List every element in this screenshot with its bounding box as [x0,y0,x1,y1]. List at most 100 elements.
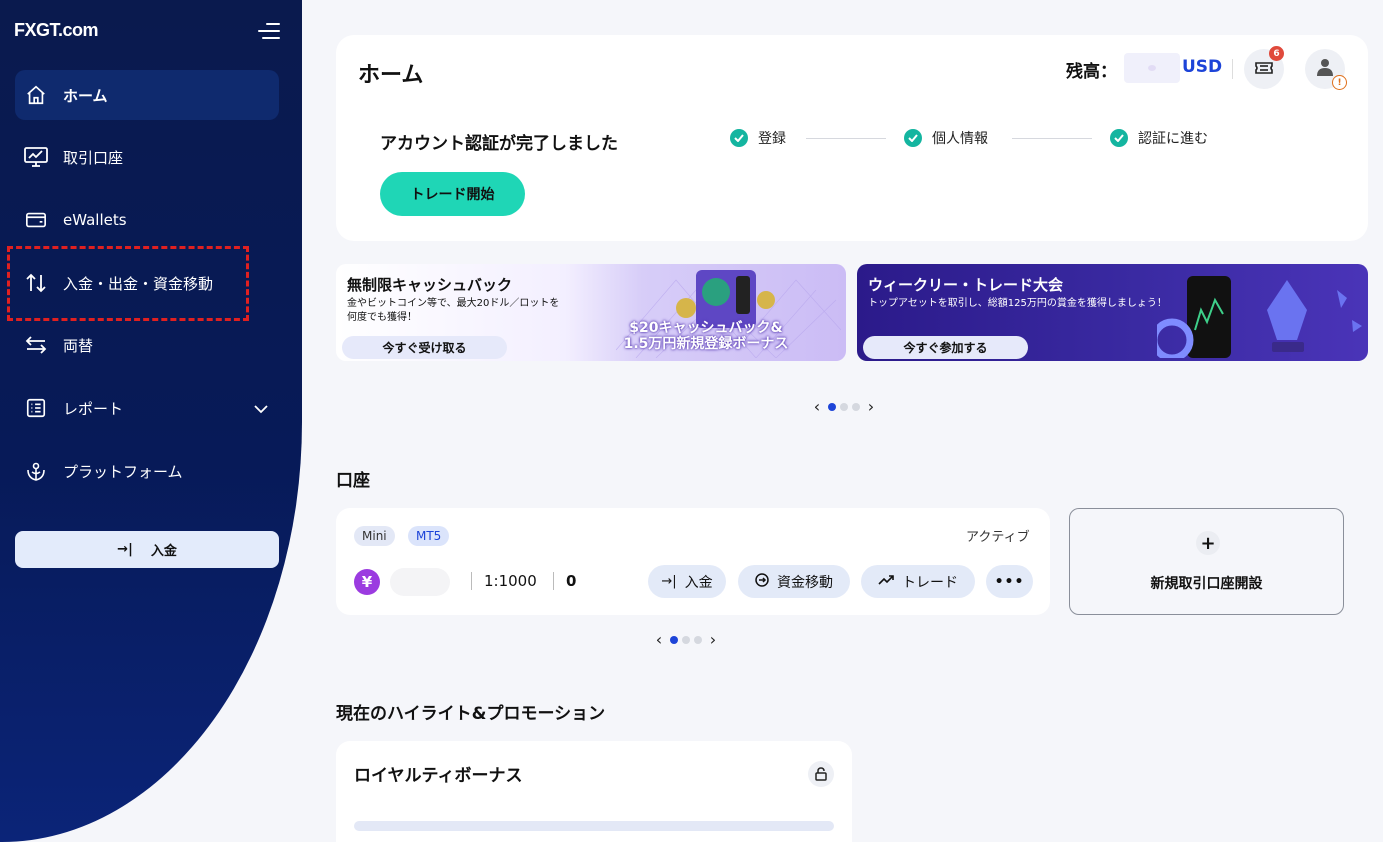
start-trading-button[interactable]: トレード開始 [380,172,525,216]
plus-icon: + [1196,531,1220,555]
balance-label: 残高： [1066,62,1117,82]
banner-subtitle: トップアセットを取引し、総額125万円の賞金を獲得しましょう！ [868,298,1167,309]
art-line: $20キャッシュバック& [629,320,783,336]
report-list-icon [23,395,49,421]
arrow-into-bar-icon: →| [117,542,133,557]
trend-up-icon [878,574,894,590]
sidebar-item-reports[interactable]: レポート [15,383,279,433]
step-verification: 認証に進む [1110,128,1208,148]
weekly-trade-contest-banner[interactable]: ウィークリー・トレード大会 トップアセットを取引し、総額125万円の賞金を獲得し… [857,264,1368,361]
carousel-dot[interactable] [682,635,690,644]
step-connector [1012,138,1092,139]
more-options-button[interactable]: ••• [986,565,1033,598]
account-trade-button[interactable]: トレード [861,565,975,598]
accounts-section-title: 口座 [336,471,370,491]
sidebar-item-exchange[interactable]: 両替 [15,320,279,370]
warning-icon: ! [1332,75,1347,90]
transfer-circle-icon [755,572,769,591]
banner-title: ウィークリー・トレード大会 [868,276,1064,294]
cashback-art-text: $20キャッシュバック& 1.5万円新規登録ボーナス [621,320,791,352]
pill-label: 資金移動 [777,574,833,591]
carousel-dot[interactable] [852,402,860,411]
banner-subtitle: 金やビットコイン等で、最大20ドル／ロットを 何度でも獲得！ [347,297,559,325]
carousel-dot[interactable] [670,635,678,644]
account-number-hidden [390,568,450,596]
pill-label: 入金 [684,574,713,591]
new-account-label: 新規取引口座開設 [1150,576,1263,592]
art-line: 1.5万円新規登録ボーナス [623,336,789,352]
sidebar-item-label: eWallets [63,211,127,229]
sidebar-item-home[interactable]: ホーム [15,70,279,120]
brand-logo[interactable]: FXGT.com [14,20,99,41]
claim-now-button[interactable]: 今すぐ受け取る [342,336,507,359]
subtitle-line: 何度でも獲得！ [347,312,417,323]
step-label: 登録 [758,131,786,147]
check-circle-icon [904,129,922,147]
lock-open-icon[interactable] [808,761,834,787]
wallet-icon [23,207,49,233]
subtitle-line: 金やビットコイン等で、最大20ドル／ロットを [347,298,560,309]
yen-currency-icon: ¥ [354,569,380,595]
chevron-down-icon[interactable] [253,400,269,418]
new-account-button[interactable]: + 新規取引口座開設 [1069,508,1344,615]
deposit-button-label: 入金 [150,544,177,559]
check-circle-icon [730,129,748,147]
chevron-right-icon[interactable]: › [862,397,880,416]
verification-title: アカウント認証が完了しました [380,134,618,154]
divider [553,572,554,590]
page-title: ホーム [358,63,424,88]
step-label: 個人情報 [932,131,988,147]
sidebar-item-label: レポート [63,399,124,418]
arrow-into-bar-icon: →| [661,574,677,589]
check-circle-icon [1110,129,1128,147]
platform-tag: MT5 [408,526,450,546]
step-label: 認証に進む [1138,131,1208,147]
chevron-left-icon[interactable]: ‹ [808,397,826,416]
exchange-icon [23,332,49,358]
sidebar-item-label: 取引口座 [63,148,124,167]
account-status: アクティブ [966,530,1030,545]
account-balance: 0 [566,572,577,590]
carousel-dot[interactable] [694,635,702,644]
highlight-annotation-box [7,246,249,321]
chart-monitor-icon [23,144,49,170]
sidebar-item-ewallets[interactable]: eWallets [15,195,279,245]
sidebar-deposit-button[interactable]: →| 入金 [15,531,279,568]
chevron-left-icon[interactable]: ‹ [650,630,668,649]
loyalty-progress-bar [354,821,834,831]
pill-label: トレード [902,574,958,591]
promotions-section-title: 現在のハイライト&プロモーション [336,704,606,724]
sidebar-item-label: プラットフォーム [63,462,183,481]
balance-currency[interactable]: USD [1182,57,1222,77]
sidebar: FXGT.com ホーム 取引口座 eWallets 入金・出金・資金移動 両替 [0,0,302,842]
step-registration: 登録 [730,128,786,148]
account-deposit-button[interactable]: →| 入金 [648,565,726,598]
step-personal-info: 個人情報 [904,128,988,148]
join-now-button[interactable]: 今すぐ参加する [863,336,1028,359]
banner-title: 無制限キャッシュバック [347,276,513,294]
contest-banner-art [1157,276,1362,358]
sidebar-item-trading-accounts[interactable]: 取引口座 [15,132,279,182]
carousel-dot[interactable] [840,402,848,411]
step-connector [806,138,886,139]
loyalty-bonus-card: ロイヤルティボーナス [336,741,852,842]
banner-carousel-controls: ‹ › [808,397,880,416]
leverage-value: 1:1000 [484,572,537,590]
carousel-dot[interactable] [828,402,836,411]
balance-value-hidden[interactable] [1124,53,1180,83]
header-divider [1232,59,1233,79]
chevron-right-icon[interactable]: › [704,630,722,649]
sidebar-item-label: ホーム [63,86,108,105]
loyalty-title: ロイヤルティボーナス [354,766,523,786]
cashback-banner[interactable]: $20キャッシュバック& 1.5万円新規登録ボーナス 無制限キャッシュバック 金… [336,264,846,361]
account-transfer-button[interactable]: 資金移動 [738,565,850,598]
home-card: ホーム 残高： USD 6 ! アカウント認証が完了しました 登録 個人情報 認… [336,35,1368,241]
user-icon [1315,57,1335,81]
sidebar-item-label: 両替 [63,336,94,355]
menu-toggle-icon[interactable] [258,22,280,40]
ticket-icon [1255,60,1273,79]
home-icon [23,82,49,108]
account-type-tag: Mini [354,526,395,546]
platform-icon [23,458,49,484]
sidebar-item-platform[interactable]: プラットフォーム [15,446,279,496]
